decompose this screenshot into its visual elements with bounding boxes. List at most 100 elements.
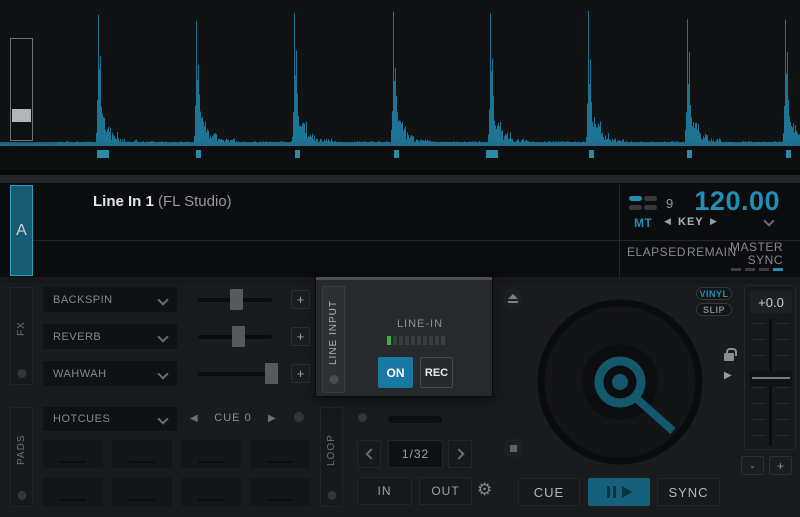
pitch-range-icon[interactable]: ▶ bbox=[724, 370, 732, 381]
hotcue-pad-5[interactable] bbox=[43, 478, 103, 506]
fx-slot-3-amount-slider[interactable] bbox=[198, 361, 272, 386]
pads-indicator-dot[interactable] bbox=[294, 412, 304, 422]
meter-segment bbox=[435, 336, 439, 345]
slider-track bbox=[198, 372, 272, 376]
loop-size-value: 1/32 bbox=[402, 447, 429, 461]
cue-next-icon[interactable]: ▶ bbox=[268, 413, 276, 424]
chevron-down-icon bbox=[157, 294, 168, 305]
waveform-zoom-slider-handle[interactable] bbox=[12, 109, 31, 122]
meter-segment bbox=[417, 336, 421, 345]
cue-button[interactable]: CUE bbox=[518, 478, 580, 506]
deck-top-strip bbox=[0, 175, 800, 183]
fx-slot-2-select[interactable]: REVERB bbox=[43, 324, 177, 349]
meter-segment bbox=[393, 336, 397, 345]
cue-prev-icon[interactable]: ◀ bbox=[190, 413, 198, 424]
slider-handle[interactable] bbox=[230, 289, 243, 310]
fx-enable-dot[interactable] bbox=[17, 369, 26, 378]
meter-segment bbox=[429, 336, 433, 345]
beat-marker bbox=[295, 150, 300, 158]
plus-icon: + bbox=[777, 459, 784, 473]
pitch-fader-handle[interactable] bbox=[750, 371, 792, 386]
fx-panel-tab[interactable]: FX bbox=[10, 287, 33, 385]
fx-slot-1-select[interactable]: BACKSPIN bbox=[43, 287, 177, 312]
loop-indicator-dot[interactable] bbox=[358, 413, 367, 422]
pads-enable-dot[interactable] bbox=[17, 491, 26, 500]
pitch-minus-button[interactable]: - bbox=[741, 456, 764, 475]
plus-icon: + bbox=[297, 329, 305, 344]
eject-button[interactable] bbox=[503, 288, 523, 308]
fx-slot-2-name: REVERB bbox=[53, 331, 101, 343]
line-in-on-button[interactable]: ON bbox=[378, 357, 413, 388]
pitch-value-display[interactable]: +0.0 bbox=[750, 291, 792, 313]
line-input-panel-tab[interactable]: LINE INPUT bbox=[322, 286, 345, 393]
sync-bar bbox=[745, 268, 755, 271]
vinyl-mode-button[interactable]: VINYL bbox=[696, 287, 732, 300]
line-input-dot[interactable] bbox=[329, 375, 338, 384]
hotcue-pad-7[interactable] bbox=[181, 478, 241, 506]
lock-icon[interactable] bbox=[724, 353, 734, 361]
pitch-plus-button[interactable]: + bbox=[769, 456, 792, 475]
elapsed-label[interactable]: ELAPSED bbox=[627, 245, 686, 259]
sync-button[interactable]: SYNC bbox=[657, 478, 720, 506]
hotcue-pad-2[interactable] bbox=[112, 440, 172, 468]
loop-enable-dot[interactable] bbox=[327, 491, 336, 500]
pause-play-icon bbox=[607, 486, 610, 498]
loop-panel-label: LOOP bbox=[321, 414, 342, 486]
loop-out-button[interactable]: OUT bbox=[419, 477, 472, 505]
loop-move-bar[interactable] bbox=[388, 416, 442, 423]
chevron-left-icon bbox=[365, 448, 376, 459]
dj-deck-app: A Line In 1 (FL Studio) 9 120.00 MT ◀ KE… bbox=[0, 0, 800, 517]
stop-button[interactable] bbox=[503, 438, 523, 458]
line-in-rec-button[interactable]: REC bbox=[420, 357, 453, 388]
loop-double-button[interactable] bbox=[448, 440, 472, 468]
fx-slot-3-add-button[interactable]: + bbox=[291, 364, 310, 383]
master-tempo-button[interactable]: MT bbox=[634, 216, 652, 230]
loop-in-button[interactable]: IN bbox=[357, 477, 412, 505]
fx-slot-3-select[interactable]: WAHWAH bbox=[43, 361, 177, 386]
key-label: KEY bbox=[678, 216, 704, 228]
play-pause-button[interactable] bbox=[588, 478, 650, 506]
deck-header: A Line In 1 (FL Studio) 9 120.00 MT ◀ KE… bbox=[0, 175, 800, 283]
fx-slot-2-add-button[interactable]: + bbox=[291, 327, 310, 346]
jog-wheel[interactable] bbox=[537, 299, 703, 465]
hotcue-pad-6[interactable] bbox=[112, 478, 172, 506]
hotcue-pad-3[interactable] bbox=[181, 440, 241, 468]
fx-slot-1-amount-slider[interactable] bbox=[198, 287, 272, 312]
slider-handle[interactable] bbox=[265, 363, 278, 384]
beat-marker bbox=[196, 150, 201, 158]
beat-phase-pill bbox=[629, 205, 642, 210]
waveform-graph[interactable] bbox=[0, 0, 800, 146]
beat-phase-pill bbox=[644, 196, 657, 201]
slider-handle[interactable] bbox=[232, 326, 245, 347]
master-sync-label[interactable]: MASTER SYNC bbox=[730, 241, 783, 267]
fx-slot-1-name: BACKSPIN bbox=[53, 294, 113, 306]
loop-panel-tab[interactable]: LOOP bbox=[320, 407, 343, 507]
meter-segment bbox=[399, 336, 403, 345]
gear-icon[interactable]: ⚙ bbox=[477, 480, 492, 500]
loop-half-button[interactable] bbox=[357, 440, 381, 468]
fx-slot-1-add-button[interactable]: + bbox=[291, 290, 310, 309]
hotcue-pad-1[interactable] bbox=[43, 440, 103, 468]
sync-bar bbox=[731, 268, 741, 271]
hotcue-pad-4[interactable] bbox=[250, 440, 310, 468]
waveform-display[interactable] bbox=[0, 0, 800, 170]
chevron-down-icon bbox=[157, 413, 168, 424]
bpm-display[interactable]: 120.00 bbox=[694, 186, 780, 217]
beat-phase-pill bbox=[644, 205, 657, 210]
beat-marker bbox=[486, 150, 498, 158]
pads-panel-tab[interactable]: PADS bbox=[10, 407, 33, 507]
slip-mode-button[interactable]: SLIP bbox=[696, 303, 732, 316]
key-up-icon[interactable]: ▶ bbox=[710, 217, 717, 227]
deck-a-badge[interactable]: A bbox=[10, 185, 33, 276]
line-input-panel-label: LINE INPUT bbox=[323, 293, 344, 372]
beat-marker bbox=[394, 150, 399, 158]
key-down-icon[interactable]: ◀ bbox=[664, 217, 671, 227]
loop-size-display[interactable]: 1/32 bbox=[388, 440, 443, 468]
fx-slot-2-amount-slider[interactable] bbox=[198, 324, 272, 349]
hotcue-pad-8[interactable] bbox=[250, 478, 310, 506]
waveform-zoom-slider[interactable] bbox=[10, 38, 33, 141]
fx-panel-label: FX bbox=[11, 294, 32, 364]
deck-horizontal-divider bbox=[33, 240, 800, 241]
pads-mode-select[interactable]: HOTCUES bbox=[43, 407, 177, 431]
chevron-down-icon[interactable] bbox=[763, 215, 774, 226]
